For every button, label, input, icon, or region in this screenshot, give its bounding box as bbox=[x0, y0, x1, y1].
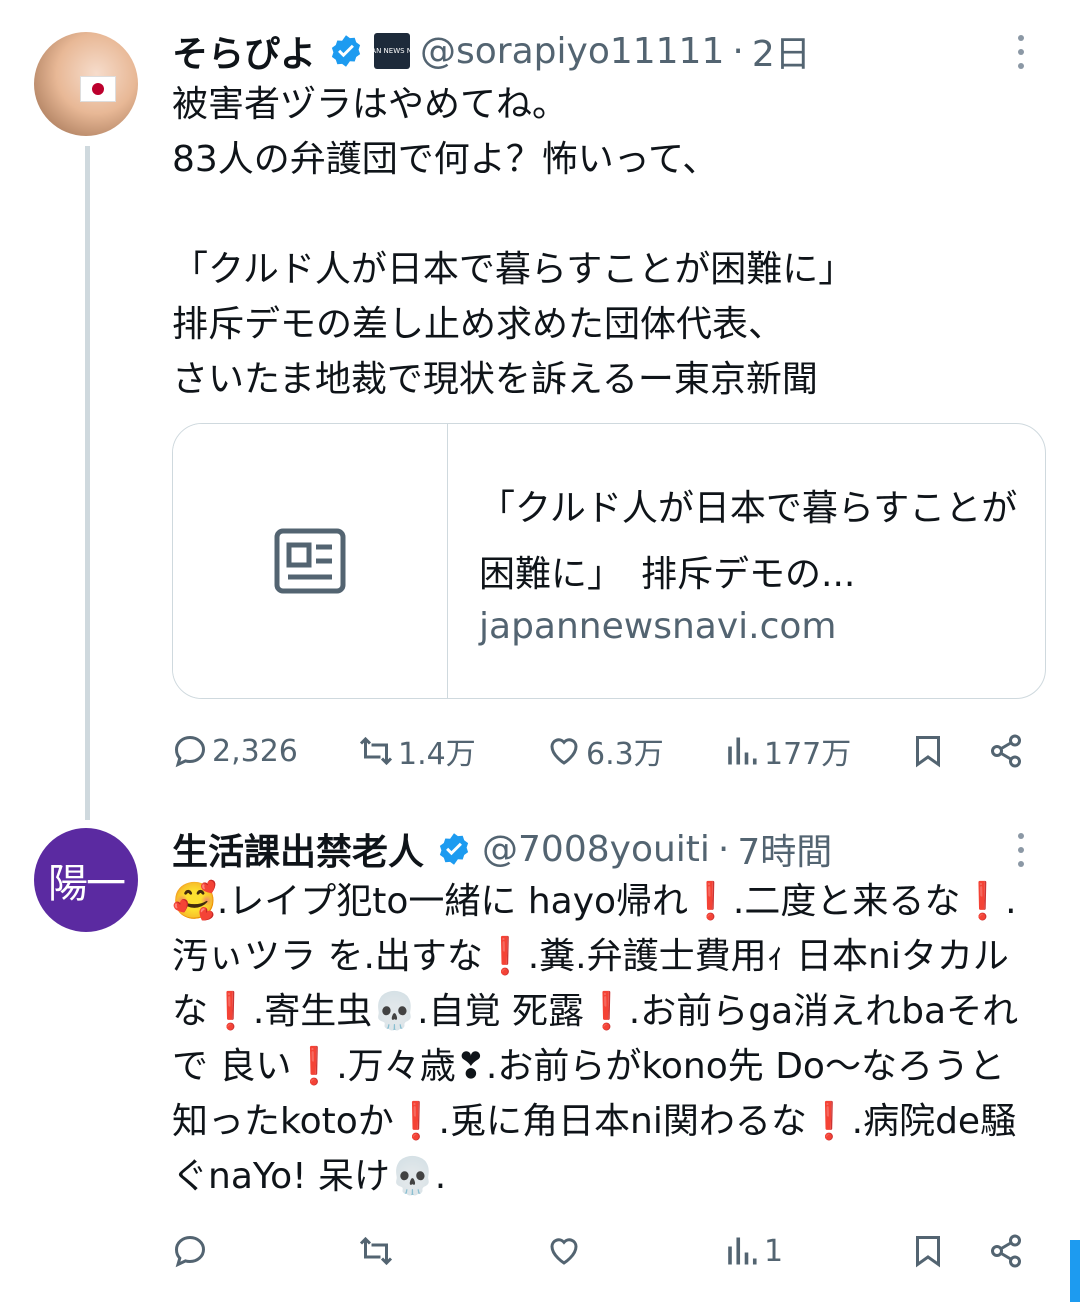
heart-icon bbox=[550, 738, 578, 765]
reply-button[interactable]: 2,326 bbox=[172, 726, 298, 776]
affiliate-badge[interactable]: JAPAN NEWS NAVI bbox=[361, 33, 423, 69]
heart-icon bbox=[550, 1238, 578, 1265]
tweet-header: そらぴよ JAPAN NEWS NAVI @sorapiyo11111 · 2日 bbox=[172, 26, 811, 76]
reply-count: 2,326 bbox=[212, 733, 298, 769]
user-handle[interactable]: @7008youiti bbox=[482, 829, 710, 870]
views-chart-icon bbox=[728, 737, 757, 765]
card-domain: japannewsnavi.com bbox=[479, 606, 837, 647]
japan-flag-icon bbox=[80, 76, 116, 102]
avatar[interactable] bbox=[34, 32, 138, 136]
verified-badge-icon bbox=[331, 35, 361, 67]
repost-icon bbox=[359, 736, 393, 766]
bookmark-button[interactable] bbox=[910, 1226, 946, 1276]
bookmark-button[interactable] bbox=[910, 726, 946, 776]
tweet-2[interactable]: 陽一 生活課出禁老人 @7008youiti · 7時間 🥰.レイプ犯to一緒に… bbox=[0, 820, 1080, 1302]
timestamp[interactable]: 2日 bbox=[752, 25, 811, 77]
view-count: 1 bbox=[764, 1233, 784, 1269]
share-icon bbox=[991, 734, 1021, 768]
tweet-text: 🥰.レイプ犯to一緒に hayo帰れ❗.二度と来るな❗.汚ぃツラ を.出すな❗.… bbox=[172, 881, 1019, 1197]
tweet-text: 被害者ヅラはやめてね。 83人の弁護団で何よ？怖いって、 「クルド人が日本で暮ら… bbox=[172, 84, 855, 400]
display-name[interactable]: 生活課出禁老人 bbox=[172, 823, 424, 875]
tweet-1[interactable]: そらぴよ JAPAN NEWS NAVI @sorapiyo11111 · 2日… bbox=[0, 0, 1080, 820]
avatar-text: 陽一 bbox=[48, 861, 126, 907]
reply-button[interactable] bbox=[172, 1226, 212, 1276]
share-button[interactable] bbox=[988, 726, 1024, 776]
display-name[interactable]: そらぴよ bbox=[172, 25, 316, 77]
more-options-icon[interactable] bbox=[1006, 830, 1036, 870]
repost-count: 1.4万 bbox=[398, 737, 476, 772]
share-button[interactable] bbox=[988, 1226, 1024, 1276]
card-thumbnail bbox=[173, 424, 448, 698]
affiliate-label: JAPAN NEWS NAVI bbox=[360, 47, 424, 55]
views-button[interactable]: 1 bbox=[724, 1226, 783, 1276]
separator-dot: · bbox=[732, 30, 744, 72]
thread-line bbox=[85, 146, 90, 820]
action-bar: 2,326 1.4万 6.3万 177万 bbox=[172, 726, 1032, 776]
user-handle[interactable]: @sorapiyo11111 bbox=[420, 31, 724, 72]
action-bar: 1 bbox=[172, 1226, 1032, 1276]
bookmark-icon bbox=[916, 736, 940, 768]
bookmark-icon bbox=[916, 1236, 940, 1268]
repost-icon bbox=[359, 1236, 393, 1266]
verified-badge-icon bbox=[439, 833, 469, 865]
view-count: 177万 bbox=[764, 737, 852, 772]
like-button[interactable]: 6.3万 bbox=[546, 726, 664, 776]
separator-dot: · bbox=[717, 828, 730, 870]
share-icon bbox=[991, 1234, 1021, 1268]
tweet-header: 生活課出禁老人 @7008youiti · 7時間 bbox=[172, 824, 832, 874]
reply-icon bbox=[174, 1235, 206, 1268]
card-title: 「クルド人が日本で暮らすことが困難に」 排斥デモの... bbox=[479, 488, 1018, 595]
link-card[interactable]: 「クルド人が日本で暮らすことが困難に」 排斥デモの... japannewsna… bbox=[172, 423, 1046, 699]
reply-icon bbox=[174, 735, 206, 768]
timestamp[interactable]: 7時間 bbox=[737, 823, 832, 875]
like-count: 6.3万 bbox=[586, 737, 664, 772]
repost-button[interactable] bbox=[358, 1226, 398, 1276]
news-article-icon bbox=[274, 528, 346, 594]
avatar[interactable]: 陽一 bbox=[34, 828, 138, 932]
scrollbar-thumb[interactable] bbox=[1070, 1240, 1080, 1302]
views-chart-icon bbox=[728, 1237, 757, 1265]
more-options-icon[interactable] bbox=[1006, 32, 1036, 72]
views-button[interactable]: 177万 bbox=[724, 726, 851, 776]
like-button[interactable] bbox=[546, 1226, 586, 1276]
repost-button[interactable]: 1.4万 bbox=[358, 726, 476, 776]
